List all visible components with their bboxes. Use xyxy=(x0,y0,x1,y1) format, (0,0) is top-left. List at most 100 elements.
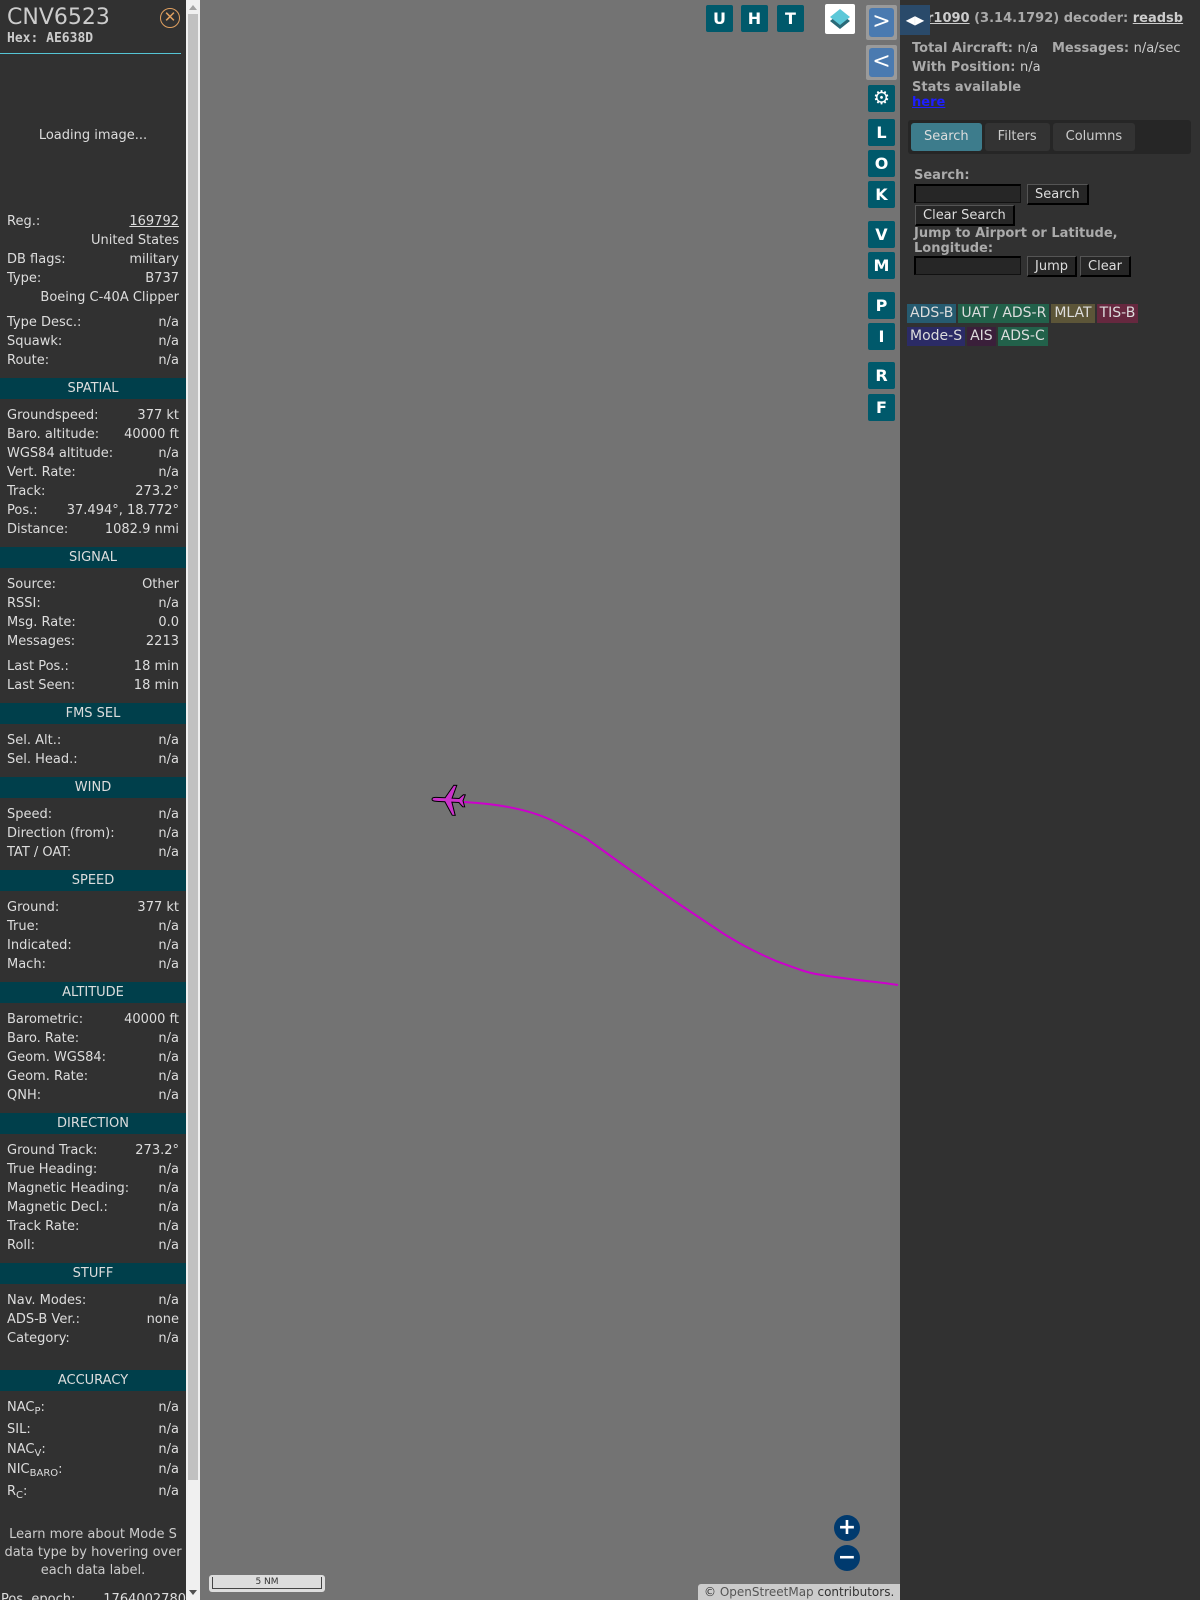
row-label: DB flags: xyxy=(7,252,66,267)
source-badge-uat-ads-r: UAT / ADS-R xyxy=(958,304,1050,323)
row-value: n/a xyxy=(158,845,179,860)
row-label: Baro. Rate: xyxy=(7,1031,80,1046)
version-text: (3.14.1792) decoder: xyxy=(969,11,1133,26)
row-value: n/a xyxy=(158,1050,179,1065)
detail-rows: Reg.: 169792 United States DB flags: militar… xyxy=(0,212,186,1600)
section-header-fms-sel[interactable]: FMS SEL xyxy=(0,703,186,724)
row-value: n/a xyxy=(158,1238,179,1253)
row-label: Ground: xyxy=(7,900,60,915)
scroll-up-icon[interactable] xyxy=(189,5,197,10)
row-label: Magnetic Heading: xyxy=(7,1181,130,1196)
detail-row: Sel. Alt.: n/a xyxy=(0,731,186,750)
info-row: Reg.: 169792 xyxy=(0,212,186,231)
detail-row: Mach: n/a xyxy=(0,955,186,974)
row-label: True: xyxy=(7,919,39,934)
section-header-spatial[interactable]: SPATIAL xyxy=(0,378,186,399)
chevron-right-icon: > xyxy=(869,8,894,37)
row-value: 40000 ft xyxy=(124,427,179,442)
search-label: Search: xyxy=(914,168,970,183)
row-label: Last Pos.: xyxy=(7,659,69,674)
search-button[interactable]: Search xyxy=(1027,184,1089,205)
row-label: Track Rate: xyxy=(7,1219,80,1234)
detail-row: Sel. Head.: n/a xyxy=(0,750,186,769)
row-label: Pos. epoch: xyxy=(1,1592,76,1600)
attribution-suffix: contributors. xyxy=(813,1585,895,1599)
tab-columns[interactable]: Columns xyxy=(1052,123,1136,151)
map-button-v[interactable]: V xyxy=(868,221,895,248)
jump-input[interactable] xyxy=(914,256,1021,275)
tab-filters[interactable]: Filters xyxy=(984,123,1050,151)
layers-button[interactable] xyxy=(825,4,855,34)
section-header-speed[interactable]: SPEED xyxy=(0,870,186,891)
map-button-f[interactable]: F xyxy=(868,394,895,421)
total-aircraft: Total Aircraft: n/a xyxy=(912,41,1039,56)
row-label: Geom. Rate: xyxy=(7,1069,89,1084)
panel-scrollbar[interactable] xyxy=(186,0,200,1600)
row-label: Vert. Rate: xyxy=(7,465,76,480)
scroll-down-icon[interactable] xyxy=(189,1590,197,1595)
sidebar-panel: tar1090 (3.14.1792) decoder: readsb ◀▶ T… xyxy=(900,0,1200,1600)
info-row: Boeing C-40A Clipper xyxy=(0,288,186,307)
map-button-l[interactable]: L xyxy=(868,119,895,146)
row-label: WGS84 altitude: xyxy=(7,446,114,461)
map-button-o[interactable]: O xyxy=(868,150,895,177)
tab-search[interactable]: Search xyxy=(911,123,982,151)
detail-row: Category: n/a xyxy=(0,1329,186,1348)
photo-loading-text: Loading image... xyxy=(38,128,148,143)
jump-button[interactable]: Jump xyxy=(1027,256,1077,277)
detail-row: RSSI: n/a xyxy=(0,594,186,613)
row-value: n/a xyxy=(158,733,179,748)
clear-search-button[interactable]: Clear Search xyxy=(915,205,1015,226)
row-value: n/a xyxy=(158,446,179,461)
map-button-p[interactable]: P xyxy=(868,292,895,319)
scrollbar-thumb[interactable] xyxy=(188,14,198,1480)
accuracy-row: NICBARO: n/a xyxy=(0,1460,186,1482)
section-header-signal[interactable]: SIGNAL xyxy=(0,547,186,568)
label-sub: BARO xyxy=(29,1468,59,1479)
aircraft-marker-icon[interactable] xyxy=(431,784,467,816)
row-label: RSSI: xyxy=(7,596,41,611)
detail-row: Distance: 1082.9 nmi xyxy=(0,520,186,539)
search-input[interactable] xyxy=(914,184,1021,203)
section-header-stuff[interactable]: STUFF xyxy=(0,1263,186,1284)
collapse-panel-button[interactable]: < xyxy=(866,45,897,80)
section-header-accuracy[interactable]: ACCURACY xyxy=(0,1370,186,1391)
row-value: n/a xyxy=(158,1069,179,1084)
row-label: SIL: xyxy=(7,1422,31,1437)
toggle-sidebar-button[interactable]: ◀▶ xyxy=(900,5,930,35)
row-value: n/a xyxy=(158,1162,179,1177)
row-label: Msg. Rate: xyxy=(7,615,76,630)
row-label: TAT / OAT: xyxy=(7,845,72,860)
map-button-m[interactable]: M xyxy=(868,252,895,279)
map-button-k[interactable]: K xyxy=(868,181,895,208)
source-badge-tis-b: TIS-B xyxy=(1096,304,1139,323)
row-label: Route: xyxy=(7,353,50,368)
decoder-link[interactable]: readsb xyxy=(1133,11,1183,26)
row-value: n/a xyxy=(158,465,179,480)
clear-button[interactable]: Clear xyxy=(1080,256,1131,277)
section-header-altitude[interactable]: ALTITUDE xyxy=(0,982,186,1003)
map-button-i[interactable]: I xyxy=(868,323,895,350)
row-label: NACV: xyxy=(7,1442,46,1459)
row-value: 37.494°, 18.772° xyxy=(66,503,179,518)
minus-icon: − xyxy=(837,1545,857,1570)
map-button-t[interactable]: T xyxy=(777,5,804,32)
map-button-u[interactable]: U xyxy=(706,5,733,32)
zoom-in-button[interactable]: + xyxy=(834,1515,860,1541)
settings-button[interactable]: ⚙ xyxy=(868,85,895,112)
map-canvas[interactable] xyxy=(200,0,900,1600)
row-label: QNH: xyxy=(7,1088,42,1103)
row-value[interactable]: 169792 xyxy=(129,212,179,231)
osm-link[interactable]: OpenStreetMap xyxy=(720,1585,814,1599)
expand-panel-button[interactable]: > xyxy=(866,5,897,40)
row-value: 1764002780 xyxy=(103,1592,186,1600)
zoom-out-button[interactable]: − xyxy=(834,1545,860,1571)
map-button-r[interactable]: R xyxy=(868,362,895,389)
detail-row: Barometric: 40000 ft xyxy=(0,1010,186,1029)
row-label: Type: xyxy=(7,271,42,286)
section-header-direction[interactable]: DIRECTION xyxy=(0,1113,186,1134)
close-icon[interactable]: ✕ xyxy=(160,8,180,28)
section-header-wind[interactable]: WIND xyxy=(0,777,186,798)
stats-link[interactable]: here xyxy=(912,95,945,110)
map-button-h[interactable]: H xyxy=(741,5,768,32)
